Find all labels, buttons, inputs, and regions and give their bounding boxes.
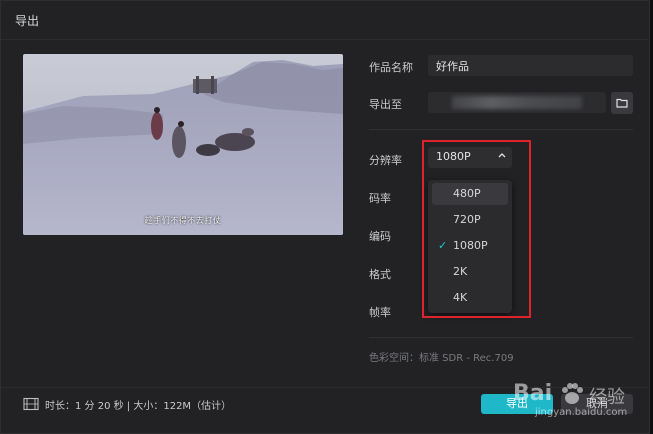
export-path-input[interactable] (428, 92, 606, 113)
preview-subtitle: 趁手们不得不去打仗 (144, 216, 222, 225)
section-divider (369, 337, 633, 338)
dialog-title: 导出 (15, 14, 40, 28)
resolution-label: 分辨率 (369, 154, 402, 167)
browse-folder-button[interactable] (611, 92, 633, 114)
fps-label: 帧率 (369, 306, 391, 319)
watermark-cn: 经验 (589, 387, 625, 408)
preview-frame (23, 54, 343, 235)
watermark-brand: Bai (513, 381, 553, 406)
export-meta: 时长：1 分 20 秒 | 大小：122M（估计） (45, 401, 232, 412)
codec-label: 编码 (369, 230, 391, 243)
export-to-label: 导出至 (369, 98, 402, 111)
folder-icon (616, 98, 628, 108)
name-label: 作品名称 (369, 61, 413, 74)
paw-icon (562, 383, 583, 404)
section-divider (369, 129, 633, 130)
watermark-url: jingyan.baidu.com (535, 407, 628, 418)
export-dialog: 导出 趁手们不得不去打仗 作品名称 好作品 导出至 分辨率 1080P 码率 编… (0, 0, 650, 434)
name-input[interactable]: 好作品 (428, 55, 633, 76)
highlight-box (422, 140, 531, 318)
format-label: 格式 (369, 268, 391, 281)
baidu-watermark: Bai 经验 jingyan.baidu.com (501, 373, 651, 423)
blurred-path (452, 96, 582, 109)
bitrate-label: 码率 (369, 192, 391, 205)
film-icon (23, 397, 39, 411)
colorspace-info: 色彩空间：标准 SDR - Rec.709 (369, 353, 514, 364)
video-preview: 趁手们不得不去打仗 (23, 54, 343, 235)
dialog-titlebar: 导出 (1, 1, 649, 40)
